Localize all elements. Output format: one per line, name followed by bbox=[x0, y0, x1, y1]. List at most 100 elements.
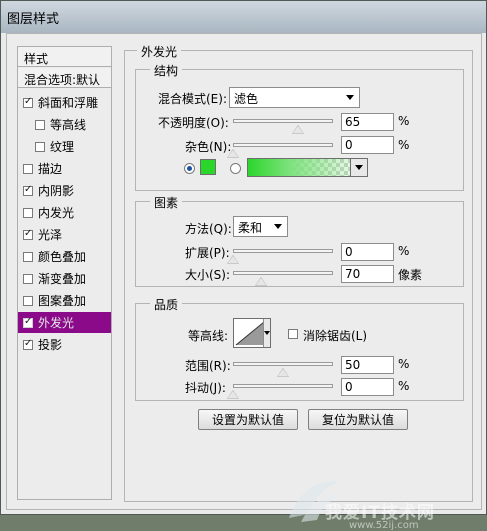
sidebar-item-checkbox[interactable] bbox=[23, 96, 33, 108]
noise-slider-track[interactable] bbox=[233, 143, 333, 147]
make-default-button[interactable]: 设置为默认值 bbox=[198, 409, 298, 430]
range-unit: % bbox=[398, 357, 410, 371]
sidebar-item[interactable]: 内阴影 bbox=[18, 180, 111, 201]
sidebar-item[interactable]: 外发光 bbox=[18, 312, 111, 333]
sidebar-item[interactable]: 投影 bbox=[18, 334, 111, 355]
jitter-input[interactable]: 0 bbox=[341, 378, 394, 396]
sidebar-item-label: 描边 bbox=[38, 162, 63, 176]
spread-label: 扩展(P): bbox=[185, 246, 230, 260]
noise-value: 0 bbox=[345, 138, 353, 152]
sidebar-item-checkbox[interactable] bbox=[35, 119, 45, 130]
opacity-input[interactable]: 65 bbox=[341, 113, 394, 131]
gradient-dropdown-button[interactable] bbox=[350, 159, 367, 176]
size-input[interactable]: 70 bbox=[341, 265, 394, 283]
title-bar[interactable]: 图层样式 bbox=[1, 1, 486, 33]
spread-slider-thumb[interactable] bbox=[227, 255, 239, 264]
opacity-slider-track[interactable] bbox=[233, 119, 333, 123]
noise-slider-thumb[interactable] bbox=[227, 149, 239, 158]
contour-label: 等高线: bbox=[188, 329, 229, 343]
sidebar-item-checkbox[interactable] bbox=[23, 228, 33, 240]
jitter-slider-track[interactable] bbox=[233, 384, 333, 388]
blend-mode-value: 滤色 bbox=[234, 92, 259, 106]
chevron-down-icon bbox=[346, 95, 354, 100]
sidebar-item[interactable]: 斜面和浮雕 bbox=[18, 92, 111, 113]
range-value: 50 bbox=[345, 358, 361, 372]
sidebar-item[interactable]: 图案叠加 bbox=[18, 290, 111, 311]
jitter-unit: % bbox=[398, 379, 410, 393]
structure-legend: 结构 bbox=[150, 62, 183, 79]
blend-mode-label: 混合模式(E): bbox=[158, 92, 227, 106]
opacity-label: 不透明度(O): bbox=[158, 116, 229, 130]
sidebar-item-checkbox[interactable] bbox=[23, 163, 33, 174]
sidebar-item-checkbox[interactable] bbox=[23, 295, 33, 306]
sidebar-item[interactable]: 纹理 bbox=[18, 136, 111, 157]
sidebar-item-label: 颜色叠加 bbox=[38, 250, 87, 264]
sidebar-item-label: 内阴影 bbox=[38, 184, 75, 198]
sidebar-item-checkbox[interactable] bbox=[23, 207, 33, 218]
make-default-label: 设置为默认值 bbox=[211, 413, 284, 427]
jitter-label: 抖动(J): bbox=[185, 381, 226, 395]
sidebar-item-checkbox[interactable] bbox=[23, 184, 33, 196]
size-slider-thumb[interactable] bbox=[255, 277, 267, 286]
technique-select[interactable]: 柔和 bbox=[233, 216, 288, 237]
sidebar-item-checkbox[interactable] bbox=[23, 273, 33, 284]
sidebar-item-checkbox[interactable] bbox=[23, 338, 33, 350]
antialias-checkbox[interactable] bbox=[288, 329, 298, 339]
sidebar-item[interactable]: 内发光 bbox=[18, 202, 111, 223]
sidebar-item[interactable]: 描边 bbox=[18, 158, 111, 179]
structure-group: 结构 混合模式(E): 滤色 不透明度(O): 65 % 杂色(N): 0 % bbox=[135, 62, 464, 191]
gradient-picker[interactable] bbox=[247, 158, 368, 177]
sidebar-item[interactable]: 光泽 bbox=[18, 224, 111, 245]
sidebar-item-checkbox[interactable] bbox=[23, 316, 33, 328]
sidebar-item[interactable]: 颜色叠加 bbox=[18, 246, 111, 267]
sidebar-item-checkbox[interactable] bbox=[35, 141, 45, 152]
glow-color-swatch[interactable] bbox=[200, 159, 216, 175]
sidebar-item[interactable]: 等高线 bbox=[18, 114, 111, 135]
elements-legend: 图素 bbox=[150, 194, 183, 211]
quality-group: 品质 等高线: 消除锯齿(L) 范围(R): 50 % 抖动(J): 0 % bbox=[135, 296, 464, 401]
watermark-url: www.52ij.com bbox=[349, 520, 419, 531]
technique-value: 柔和 bbox=[238, 221, 263, 235]
technique-label: 方法(Q): bbox=[185, 222, 232, 236]
sidebar-item-checkbox[interactable] bbox=[23, 251, 33, 262]
blending-options-item[interactable]: 混合选项:默认 bbox=[18, 68, 111, 88]
sidebar-item-label: 纹理 bbox=[50, 140, 75, 154]
opacity-slider-thumb[interactable] bbox=[292, 125, 304, 134]
sidebar-item[interactable]: 渐变叠加 bbox=[18, 268, 111, 289]
range-input[interactable]: 50 bbox=[341, 356, 394, 374]
size-unit: 像素 bbox=[398, 268, 423, 282]
jitter-value: 0 bbox=[345, 380, 353, 394]
spread-input[interactable]: 0 bbox=[341, 243, 394, 261]
solid-color-radio[interactable] bbox=[184, 163, 195, 174]
elements-group: 图素 方法(Q): 柔和 扩展(P): 0 % 大小(S): 70 像素 bbox=[135, 194, 464, 287]
sidebar-item-label: 光泽 bbox=[38, 228, 63, 242]
sidebar-item-label: 图案叠加 bbox=[38, 294, 87, 308]
contour-picker[interactable] bbox=[233, 318, 271, 348]
window-title: 图层样式 bbox=[7, 12, 60, 27]
styles-header[interactable]: 样式 bbox=[18, 47, 111, 67]
sidebar-item-label: 斜面和浮雕 bbox=[38, 96, 99, 110]
noise-label: 杂色(N): bbox=[185, 140, 232, 154]
spread-slider-track[interactable] bbox=[233, 249, 333, 253]
noise-unit: % bbox=[398, 138, 410, 152]
sidebar-item-label: 外发光 bbox=[38, 316, 75, 330]
contour-dropdown-button[interactable] bbox=[263, 319, 270, 347]
chevron-down-icon bbox=[355, 165, 363, 170]
spread-value: 0 bbox=[345, 245, 353, 259]
gradient-radio[interactable] bbox=[230, 163, 241, 174]
opacity-value: 65 bbox=[345, 115, 361, 129]
sidebar-item-label: 投影 bbox=[38, 338, 63, 352]
noise-input[interactable]: 0 bbox=[341, 136, 394, 154]
size-slider-track[interactable] bbox=[233, 271, 333, 275]
jitter-slider-thumb[interactable] bbox=[227, 390, 239, 399]
sidebar-item-label: 等高线 bbox=[50, 118, 87, 132]
layer-style-dialog: 图层样式 样式 混合选项:默认 斜面和浮雕等高线纹理描边内阴影内发光光泽颜色叠加… bbox=[0, 0, 487, 531]
style-list: 样式 混合选项:默认 斜面和浮雕等高线纹理描边内阴影内发光光泽颜色叠加渐变叠加图… bbox=[17, 46, 112, 500]
quality-legend: 品质 bbox=[150, 296, 183, 313]
outer-glow-panel: 外发光 结构 混合模式(E): 滤色 不透明度(O): 65 % 杂色(N): bbox=[124, 43, 473, 502]
range-slider-track[interactable] bbox=[233, 362, 333, 366]
range-slider-thumb[interactable] bbox=[277, 368, 289, 377]
blend-mode-select[interactable]: 滤色 bbox=[229, 87, 360, 108]
range-label: 范围(R): bbox=[185, 359, 231, 373]
reset-default-button[interactable]: 复位为默认值 bbox=[308, 409, 408, 430]
